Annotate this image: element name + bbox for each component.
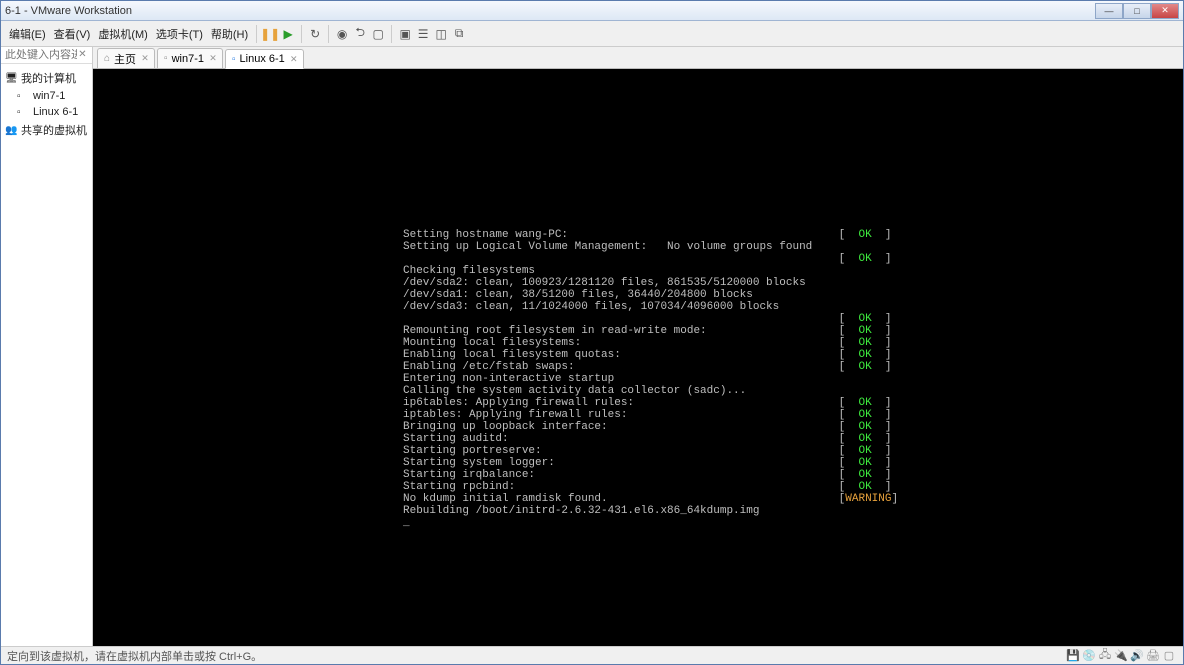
computer-icon: 🖥 (5, 73, 17, 84)
status-sound-icon: 🔊 (1129, 649, 1145, 662)
vm-icon: ▫ (232, 54, 236, 65)
status-usb-icon: 🔌 (1113, 649, 1129, 662)
home-icon: ⌂ (104, 53, 110, 64)
menu-toolbar-row: 编辑(E) 查看(V) 虚拟机(M) 选项卡(T) 帮助(H) ❚❚ ▶ ↻ ◉… (1, 21, 1183, 47)
close-tab-icon[interactable]: ✕ (207, 52, 219, 64)
window-title: 6-1 - VMware Workstation (5, 5, 1095, 17)
status-net-icon: 🖧 (1097, 646, 1113, 665)
vm-icon: ▫ (17, 107, 29, 118)
tree-linux-6-1[interactable]: ▫ Linux 6-1 (3, 104, 90, 120)
status-printer-icon: 🖨 (1145, 649, 1161, 662)
sidebar-search: ✕ (1, 47, 92, 64)
status-bar: 定向到该虚拟机，请在虚拟机内部单击或按 Ctrl+G。 💾 💿 🖧 🔌 🔊 🖨 … (1, 646, 1183, 664)
send-cad-icon[interactable]: ↻ (306, 25, 324, 43)
menu-vm[interactable]: 虚拟机(M) (94, 26, 152, 42)
tab-label: Linux 6-1 (240, 53, 285, 65)
minimize-button[interactable]: — (1095, 3, 1123, 19)
manage-snapshots-icon[interactable]: ▢ (369, 25, 387, 43)
tree-shared-vms[interactable]: 👥 共享的虚拟机 (3, 120, 90, 140)
menu-view[interactable]: 查看(V) (50, 26, 95, 42)
status-text: 定向到该虚拟机，请在虚拟机内部单击或按 Ctrl+G。 (7, 648, 262, 664)
sidebar: ✕ 🖥 我的计算机 ▫ win7-1 ▫ Linux 6-1 👥 共享的虚拟机 (1, 47, 93, 646)
tab-win7-1[interactable]: ▫ win7-1 ✕ (157, 48, 223, 68)
fullscreen-icon[interactable]: ▣ (396, 25, 414, 43)
shared-icon: 👥 (5, 125, 17, 136)
vm-icon: ▫ (17, 91, 29, 102)
tab-home[interactable]: ⌂ 主页 ✕ (97, 48, 155, 68)
main-area: ⌂ 主页 ✕ ▫ win7-1 ✕ ▫ Linux 6-1 ✕ Setting … (93, 47, 1183, 646)
window-controls: — □ ✕ (1095, 3, 1179, 19)
pause-icon[interactable]: ❚❚ (261, 25, 279, 43)
terminal-output: Setting hostname wang-PC: [ OK ]Setting … (403, 229, 898, 529)
vm-icon: ▫ (164, 53, 168, 64)
tab-label: 主页 (114, 51, 136, 67)
menu-edit[interactable]: 编辑(E) (5, 26, 50, 42)
vm-tree: 🖥 我的计算机 ▫ win7-1 ▫ Linux 6-1 👥 共享的虚拟机 (1, 64, 92, 144)
search-input[interactable] (5, 49, 77, 61)
menu-tabs[interactable]: 选项卡(T) (152, 26, 207, 42)
tab-strip: ⌂ 主页 ✕ ▫ win7-1 ✕ ▫ Linux 6-1 ✕ (93, 47, 1183, 69)
tab-linux-6-1[interactable]: ▫ Linux 6-1 ✕ (225, 49, 304, 69)
clear-search-icon[interactable]: ✕ (77, 49, 88, 61)
status-cd-icon: 💿 (1081, 649, 1097, 662)
menu-help[interactable]: 帮助(H) (207, 26, 252, 42)
console-icon[interactable]: ◫ (432, 25, 450, 43)
thumbnail-icon[interactable]: ⧉ (450, 25, 468, 43)
tab-label: win7-1 (172, 53, 204, 65)
tree-label: Linux 6-1 (33, 106, 78, 118)
tree-label: win7-1 (33, 90, 65, 102)
snapshot-icon[interactable]: ◉ (333, 25, 351, 43)
vm-console[interactable]: Setting hostname wang-PC: [ OK ]Setting … (93, 69, 1183, 646)
unity-icon[interactable]: ☰ (414, 25, 432, 43)
close-button[interactable]: ✕ (1151, 3, 1179, 19)
body-area: ✕ 🖥 我的计算机 ▫ win7-1 ▫ Linux 6-1 👥 共享的虚拟机 (1, 47, 1183, 646)
revert-icon[interactable]: ⮌ (351, 25, 369, 43)
separator (256, 25, 257, 43)
status-disk-icon: 💾 (1065, 649, 1081, 662)
close-tab-icon[interactable]: ✕ (139, 52, 151, 64)
separator (391, 25, 392, 43)
tree-label: 我的计算机 (21, 70, 76, 86)
close-tab-icon[interactable]: ✕ (288, 53, 300, 65)
separator (301, 25, 302, 43)
separator (328, 25, 329, 43)
tree-label: 共享的虚拟机 (21, 122, 87, 138)
tree-my-computer[interactable]: 🖥 我的计算机 (3, 68, 90, 88)
status-display-icon: ▢ (1161, 649, 1177, 662)
play-dropdown-icon[interactable]: ▶ (279, 25, 297, 43)
app-window: 6-1 - VMware Workstation — □ ✕ 编辑(E) 查看(… (0, 0, 1184, 665)
maximize-button[interactable]: □ (1123, 3, 1151, 19)
tree-win7-1[interactable]: ▫ win7-1 (3, 88, 90, 104)
title-bar: 6-1 - VMware Workstation — □ ✕ (1, 1, 1183, 21)
